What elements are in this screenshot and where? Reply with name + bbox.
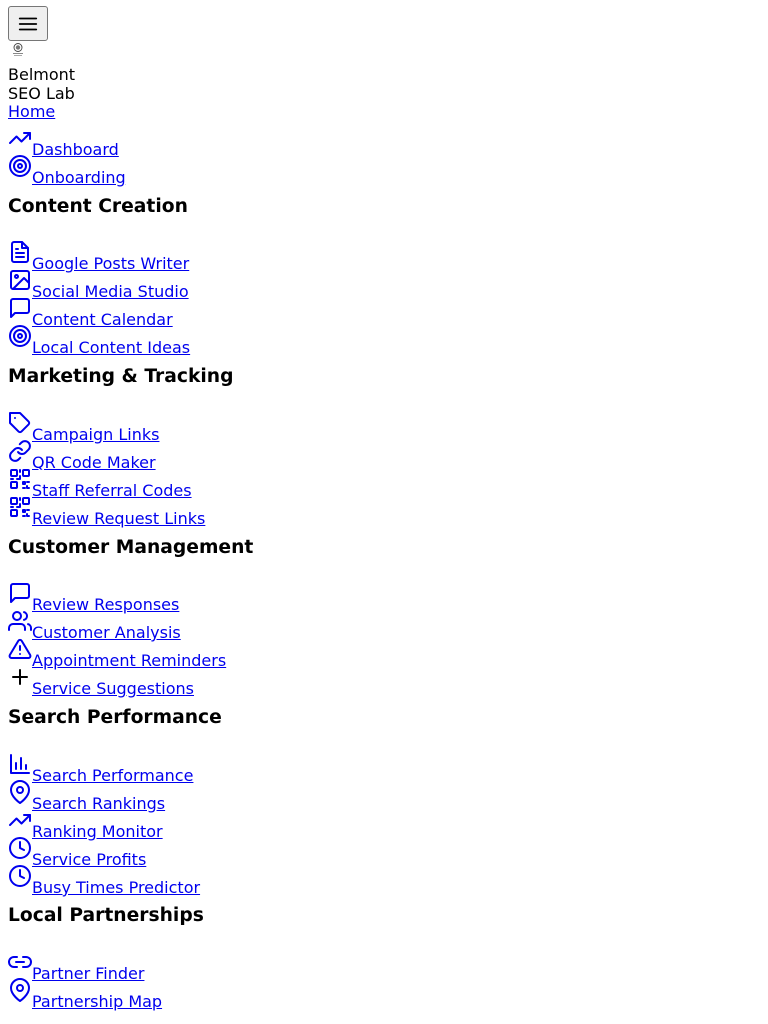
nav-item-onboarding[interactable]: Onboarding bbox=[8, 155, 126, 187]
nav-link-content-calendar[interactable]: Content Calendar bbox=[32, 310, 173, 329]
nav-link-service-profits[interactable]: Service Profits bbox=[32, 850, 146, 869]
nav-item-review-request-links[interactable]: Review Request Links bbox=[8, 497, 205, 528]
section-title-marketing-tracking: Marketing & Tracking bbox=[8, 366, 234, 387]
image-icon bbox=[10, 270, 30, 290]
map-pin-icon bbox=[10, 978, 30, 1002]
section-title-local-partnerships: Local Partnerships bbox=[8, 905, 204, 926]
qr-code-icon bbox=[10, 469, 30, 489]
nav-item-dashboard[interactable]: Dashboard bbox=[8, 130, 119, 159]
menu-toggle-button[interactable] bbox=[8, 6, 48, 41]
section-title-content-creation: Content Creation bbox=[8, 196, 188, 217]
nav-link-local-content-ideas[interactable]: Local Content Ideas bbox=[32, 338, 190, 357]
nav-item-content-calendar[interactable]: Content Calendar bbox=[8, 298, 173, 329]
nav-link-staff-referral-codes[interactable]: Staff Referral Codes bbox=[32, 481, 192, 500]
nav-item-review-responses[interactable]: Review Responses bbox=[8, 583, 179, 614]
nav-link-google-posts-writer[interactable]: Google Posts Writer bbox=[32, 254, 189, 273]
nav-link-qr-code-maker[interactable]: QR Code Maker bbox=[32, 453, 156, 472]
nav-link-search-rankings[interactable]: Search Rankings bbox=[32, 794, 165, 813]
brand-logo-icon bbox=[13, 43, 23, 56]
section-title-customer-management: Customer Management bbox=[8, 537, 254, 558]
tag-icon bbox=[9, 412, 31, 434]
target-icon bbox=[9, 325, 31, 347]
message-square-icon bbox=[10, 583, 30, 603]
map-pin-icon bbox=[10, 780, 30, 804]
brand-name-line1: Belmont bbox=[8, 65, 76, 84]
nav-link-review-request-links[interactable]: Review Request Links bbox=[32, 509, 205, 528]
nav-item-service-suggestions[interactable]: Service Suggestions bbox=[8, 669, 194, 698]
trending-up-icon bbox=[9, 814, 31, 826]
nav-item-social-media-studio[interactable]: Social Media Studio bbox=[8, 270, 189, 301]
nav-link-search-performance[interactable]: Search Performance bbox=[32, 766, 193, 785]
home-link[interactable]: Home bbox=[8, 102, 55, 121]
clock-icon bbox=[9, 837, 31, 859]
hamburger-menu-icon bbox=[18, 17, 38, 30]
nav-item-partner-finder[interactable]: Partner Finder bbox=[8, 954, 144, 983]
target-icon bbox=[9, 155, 31, 177]
nav-link-onboarding[interactable]: Onboarding bbox=[32, 168, 126, 187]
brand-name: Belmont SEO Lab bbox=[8, 65, 75, 103]
brand-name-line2: SEO Lab bbox=[8, 84, 75, 103]
nav-item-staff-referral-codes[interactable]: Staff Referral Codes bbox=[8, 469, 192, 500]
nav-link-customer-analysis[interactable]: Customer Analysis bbox=[32, 623, 181, 642]
nav-link-busy-times-predictor[interactable]: Busy Times Predictor bbox=[32, 878, 200, 897]
message-square-icon bbox=[10, 298, 30, 318]
nav-item-service-profits[interactable]: Service Profits bbox=[8, 837, 146, 869]
nav-item-local-content-ideas[interactable]: Local Content Ideas bbox=[8, 325, 190, 357]
plus-icon bbox=[12, 669, 28, 685]
nav-link-review-responses[interactable]: Review Responses bbox=[32, 595, 179, 614]
link-icon bbox=[8, 956, 32, 968]
users-icon bbox=[8, 611, 32, 631]
nav-link-dashboard[interactable]: Dashboard bbox=[32, 140, 119, 159]
nav-item-busy-times-predictor[interactable]: Busy Times Predictor bbox=[8, 865, 200, 897]
nav-item-customer-analysis[interactable]: Customer Analysis bbox=[8, 611, 181, 642]
link-icon bbox=[9, 440, 31, 462]
nav-link-partnership-map[interactable]: Partnership Map bbox=[32, 992, 162, 1011]
nav-link-appointment-reminders[interactable]: Appointment Reminders bbox=[32, 651, 226, 670]
nav-item-search-performance[interactable]: Search Performance bbox=[8, 754, 193, 785]
alert-triangle-icon bbox=[8, 638, 32, 659]
nav-item-qr-code-maker[interactable]: QR Code Maker bbox=[8, 440, 156, 472]
document-icon bbox=[11, 241, 29, 263]
clock-icon bbox=[9, 865, 31, 887]
nav-link-ranking-monitor[interactable]: Ranking Monitor bbox=[32, 822, 163, 841]
nav-item-appointment-reminders[interactable]: Appointment Reminders bbox=[8, 638, 226, 670]
qr-code-icon bbox=[10, 497, 30, 517]
bar-chart-icon bbox=[10, 754, 30, 774]
nav-item-google-posts-writer[interactable]: Google Posts Writer bbox=[8, 241, 189, 273]
nav-item-search-rankings[interactable]: Search Rankings bbox=[8, 780, 165, 813]
nav-item-partnership-map[interactable]: Partnership Map bbox=[8, 978, 162, 1011]
nav-link-service-suggestions[interactable]: Service Suggestions bbox=[32, 679, 194, 698]
section-title-search-performance: Search Performance bbox=[8, 707, 222, 728]
nav-link-partner-finder[interactable]: Partner Finder bbox=[32, 964, 144, 983]
nav-link-social-media-studio[interactable]: Social Media Studio bbox=[32, 282, 189, 301]
trending-up-icon bbox=[9, 132, 31, 144]
nav-item-campaign-links[interactable]: Campaign Links bbox=[8, 412, 159, 444]
nav-item-ranking-monitor[interactable]: Ranking Monitor bbox=[8, 812, 163, 841]
nav-link-campaign-links[interactable]: Campaign Links bbox=[32, 425, 159, 444]
